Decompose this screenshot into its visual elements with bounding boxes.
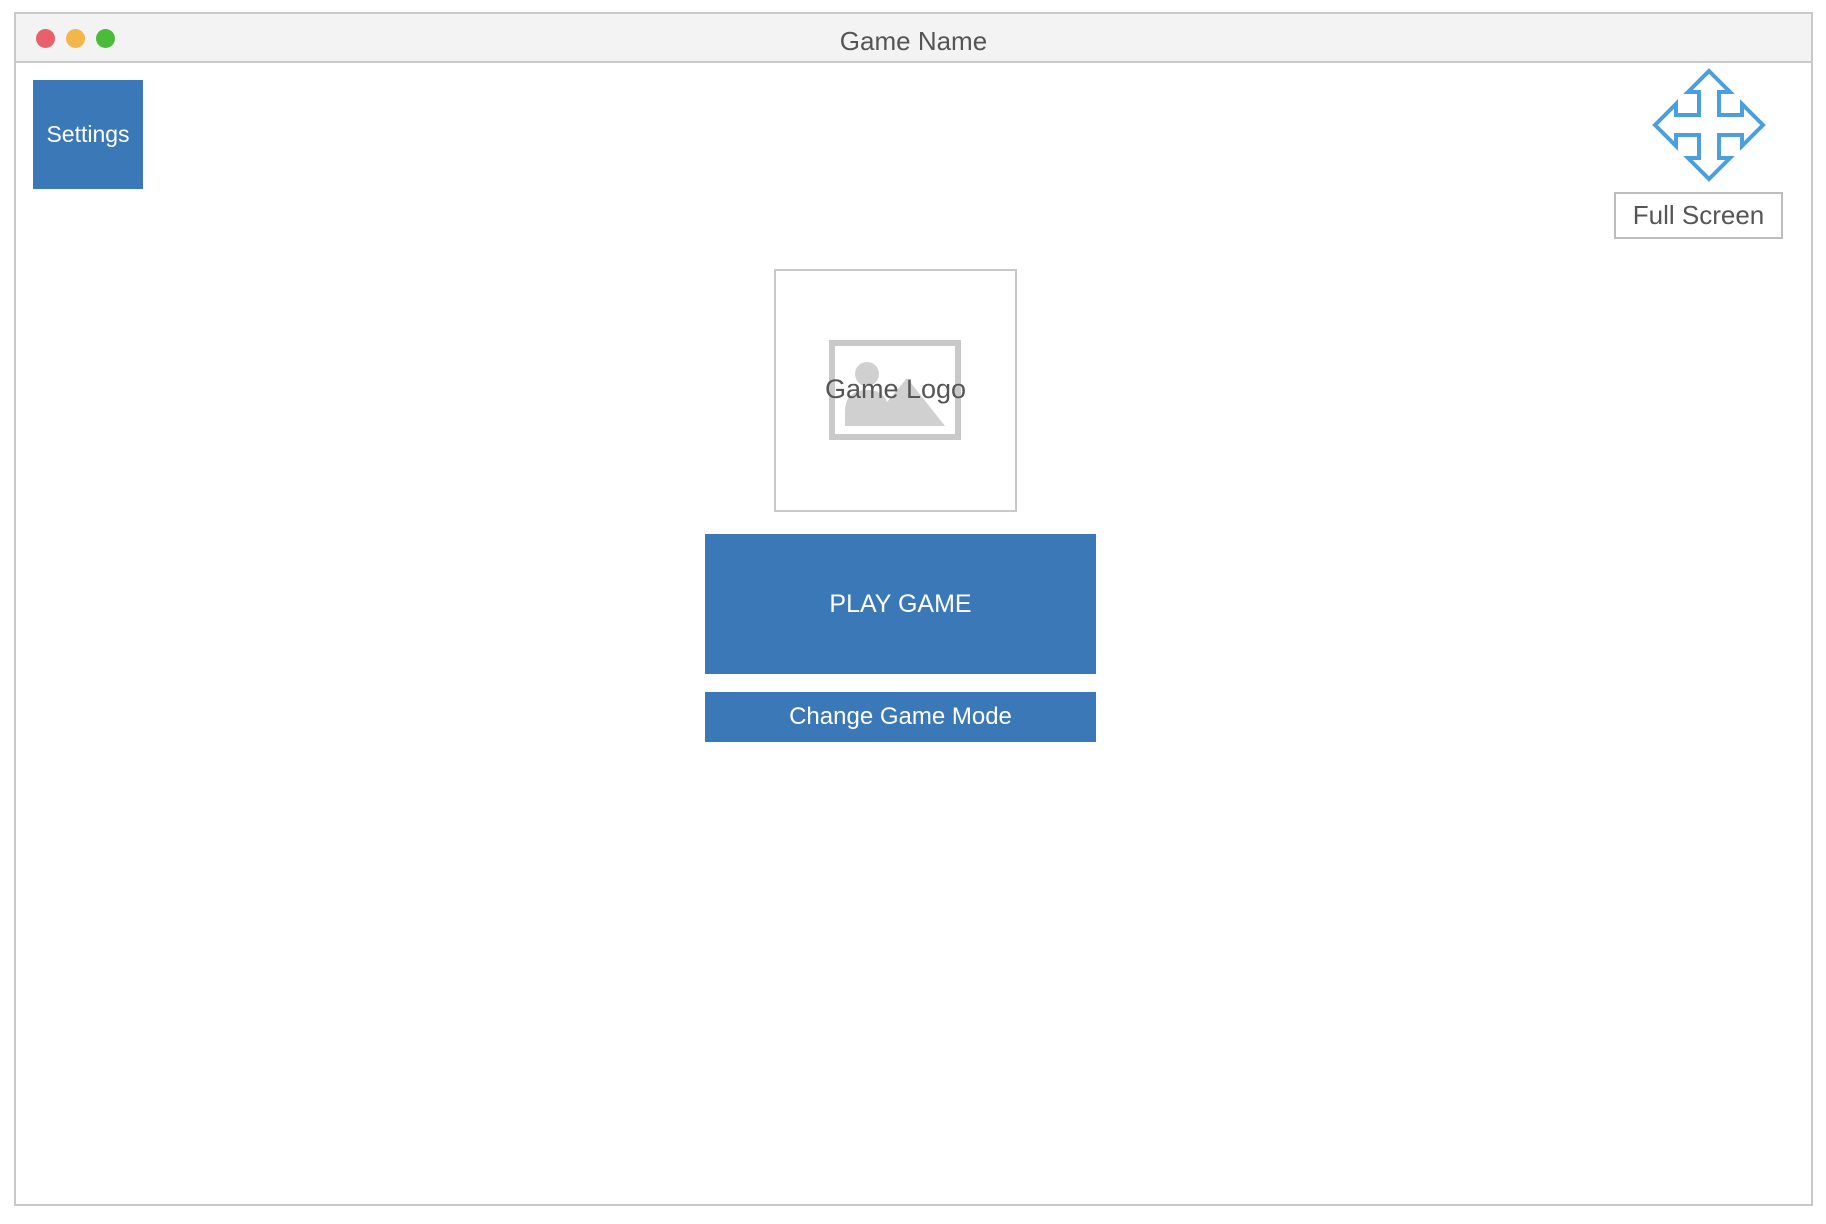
window-title: Game Name bbox=[839, 26, 988, 56]
settings-button-label: Settings bbox=[46, 121, 130, 147]
game-logo-label: Game Logo bbox=[824, 374, 967, 404]
fullscreen-button-label: Full Screen bbox=[1632, 200, 1765, 230]
title-bar: Game Name bbox=[16, 14, 1811, 63]
move-arrows-icon[interactable] bbox=[1652, 68, 1766, 182]
game-logo: Game Logo bbox=[774, 269, 1017, 512]
change-game-mode-button[interactable]: Change Game Mode bbox=[705, 692, 1096, 742]
fullscreen-button[interactable]: Full Screen bbox=[1614, 192, 1783, 239]
app-window: Game Name Settings Full Screen Game Logo… bbox=[14, 12, 1813, 1206]
play-game-button-label: PLAY GAME bbox=[829, 589, 972, 618]
settings-button[interactable]: Settings bbox=[33, 80, 143, 189]
change-game-mode-button-label: Change Game Mode bbox=[789, 703, 1012, 730]
play-game-button[interactable]: PLAY GAME bbox=[705, 534, 1096, 674]
